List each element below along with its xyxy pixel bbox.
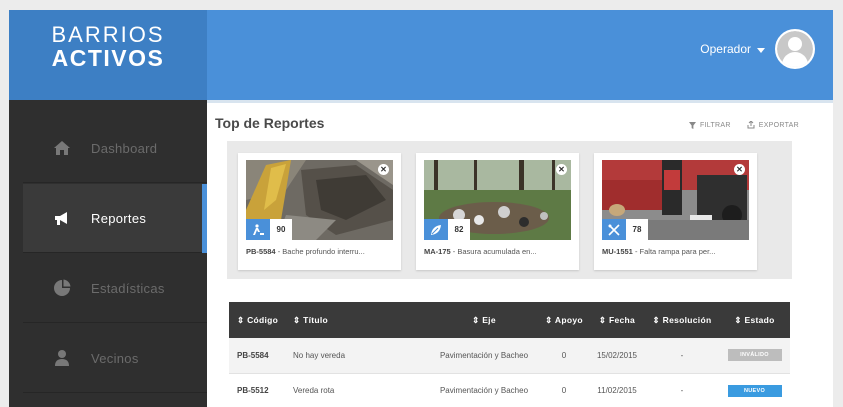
cell-date: 15/02/2015	[589, 338, 645, 374]
sidebar: Dashboard Reportes Estadísticas Vecinos	[9, 100, 207, 407]
toolbar: FILTRAR EXPORTAR	[688, 121, 799, 129]
column-header-codigo[interactable]: ⇕ Código	[229, 302, 285, 338]
table-header-row: ⇕ Código ⇕ Título ⇕ Eje ⇕ Apoyo ⇕ Fecha …	[229, 302, 790, 338]
close-icon[interactable]: ✕	[734, 164, 745, 175]
close-icon[interactable]: ✕	[378, 164, 389, 175]
report-code: MU-1551	[602, 247, 633, 256]
leaf-icon	[424, 219, 448, 240]
top-header: BARRIOS ACTIVOS Operador	[9, 10, 833, 100]
logo[interactable]: BARRIOS ACTIVOS	[9, 10, 207, 100]
cell-axis: Pavimentación y Bacheo	[429, 373, 539, 407]
user-name: Operador	[700, 42, 751, 56]
report-photo: ✕ 78	[602, 160, 749, 240]
report-title: Basura acumulada en...	[457, 247, 537, 256]
reports-table: ⇕ Código ⇕ Título ⇕ Eje ⇕ Apoyo ⇕ Fecha …	[229, 302, 790, 407]
cell-code: PB-5512	[229, 373, 285, 407]
sidebar-item-label: Dashboard	[91, 140, 158, 156]
support-badge: 78	[602, 219, 648, 240]
cell-code: PB-5584	[229, 338, 285, 374]
report-caption: MA-175 - Basura acumulada en...	[424, 247, 537, 256]
report-card[interactable]: ✕ 78 MU-1551 - Falta rampa para per...	[594, 153, 757, 270]
close-icon[interactable]: ✕	[556, 164, 567, 175]
logo-line-1: BARRIOS	[51, 22, 165, 47]
sidebar-item-estadisticas[interactable]: Estadísticas	[23, 254, 207, 323]
person-icon	[53, 349, 71, 367]
top-reports-panel: ✕ 90 PB-5584 - Bache profundo interru...	[227, 141, 792, 279]
report-caption: MU-1551 - Falta rampa para per...	[602, 247, 716, 256]
cell-title: Vereda rota	[285, 373, 429, 407]
support-badge: 82	[424, 219, 470, 240]
report-photo: ✕ 90	[246, 160, 393, 240]
support-count: 78	[626, 219, 648, 240]
road-worker-icon	[246, 219, 270, 240]
column-header-resolucion[interactable]: ⇕ Resolución	[645, 302, 719, 338]
cell-title: No hay vereda	[285, 338, 429, 374]
table-row[interactable]: PB-5512 Vereda rota Pavimentación y Bach…	[229, 373, 790, 407]
column-header-fecha[interactable]: ⇕ Fecha	[589, 302, 645, 338]
export-button[interactable]: EXPORTAR	[747, 121, 799, 129]
cell-status: NUEVO	[719, 373, 790, 407]
main-content: Top de Reportes FILTRAR EXPORTAR ✕ 90 PB…	[207, 103, 833, 407]
report-photo: ✕ 82	[424, 160, 571, 240]
chevron-down-icon	[757, 47, 765, 53]
logo-line-2: ACTIVOS	[51, 45, 165, 71]
column-header-estado[interactable]: ⇕ Estado	[719, 302, 790, 338]
cell-status: INVÁLIDO	[719, 338, 790, 374]
report-code: PB-5584	[246, 247, 276, 256]
column-header-apoyo[interactable]: ⇕ Apoyo	[539, 302, 589, 338]
app-frame: BARRIOS ACTIVOS Operador Dashboard Repor…	[9, 10, 833, 407]
sidebar-item-vecinos[interactable]: Vecinos	[23, 324, 207, 393]
export-label: EXPORTAR	[758, 121, 799, 129]
tools-icon	[602, 219, 626, 240]
column-header-titulo[interactable]: ⇕ Título	[285, 302, 429, 338]
cell-resolution: -	[645, 338, 719, 374]
support-badge: 90	[246, 219, 292, 240]
sidebar-item-label: Estadísticas	[91, 280, 165, 296]
table-row[interactable]: PB-5584 No hay vereda Pavimentación y Ba…	[229, 338, 790, 374]
report-code: MA-175	[424, 247, 451, 256]
page-title: Top de Reportes	[215, 115, 325, 131]
sidebar-item-label: Vecinos	[91, 350, 139, 366]
cell-support: 0	[539, 373, 589, 407]
cell-resolution: -	[645, 373, 719, 407]
report-caption: PB-5584 - Bache profundo interru...	[246, 247, 365, 256]
filter-label: FILTRAR	[699, 121, 731, 129]
cell-date: 11/02/2015	[589, 373, 645, 407]
sidebar-item-label: Reportes	[91, 210, 147, 226]
megaphone-icon	[53, 209, 71, 227]
sidebar-item-dashboard[interactable]: Dashboard	[23, 114, 207, 183]
avatar[interactable]	[775, 29, 815, 69]
column-header-eje[interactable]: ⇕ Eje	[429, 302, 539, 338]
report-title: Falta rampa para per...	[639, 247, 716, 256]
pie-chart-icon	[53, 279, 71, 297]
support-count: 90	[270, 219, 292, 240]
filter-button[interactable]: FILTRAR	[688, 121, 731, 129]
export-icon	[747, 121, 755, 129]
home-icon	[53, 139, 71, 157]
filter-icon	[688, 121, 696, 129]
report-title: Bache profundo interru...	[282, 247, 365, 256]
support-count: 82	[448, 219, 470, 240]
report-card[interactable]: ✕ 90 PB-5584 - Bache profundo interru...	[238, 153, 401, 270]
cell-support: 0	[539, 338, 589, 374]
report-card[interactable]: ✕ 82 MA-175 - Basura acumulada en...	[416, 153, 579, 270]
user-menu[interactable]: Operador	[700, 29, 815, 69]
sidebar-item-reportes[interactable]: Reportes	[23, 184, 207, 253]
status-badge[interactable]: INVÁLIDO	[727, 349, 782, 362]
status-badge[interactable]: NUEVO	[727, 384, 782, 397]
cell-axis: Pavimentación y Bacheo	[429, 338, 539, 374]
